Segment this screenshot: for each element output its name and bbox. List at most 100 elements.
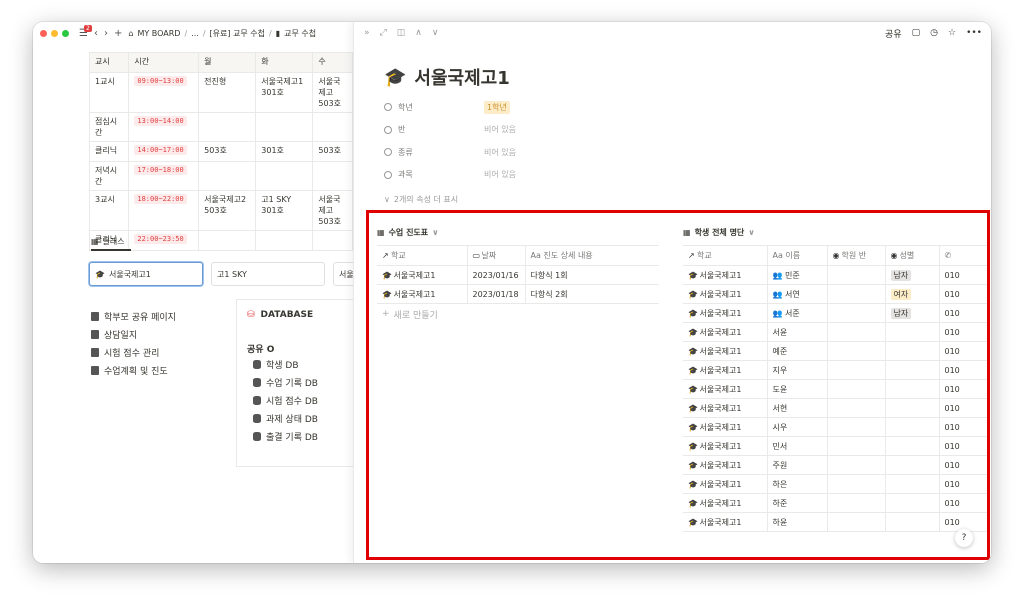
more-icon[interactable]: ••• [966, 28, 982, 38]
show-more-properties[interactable]: ∨ 2개의 속성 더 표시 [384, 188, 516, 211]
graduation-cap-icon: 🎓 [688, 403, 698, 413]
database-icon [253, 377, 261, 387]
database-link[interactable]: 학생 DB [247, 355, 346, 373]
table-row[interactable]: 🎓 서울국제고1 하준 010 [683, 493, 987, 513]
properties: 학년 1학년 반 비어 있음 종류 비어 있음 과목 비어 있음 ∨ 2개의 속… [384, 96, 516, 211]
column-header[interactable]: ↗ 학교 [683, 245, 768, 266]
history-icon[interactable]: ◷ [930, 28, 938, 38]
select-icon [384, 170, 392, 179]
top-bar: ☰ 2 ‹ › + ⌂ MY BOARD / ... / [유료] 교무 수첩 … [33, 22, 353, 44]
database-link[interactable]: 시험 점수 DB [247, 391, 346, 409]
up-icon[interactable]: ∧ [415, 28, 422, 38]
close-peek-icon[interactable]: » [364, 28, 370, 38]
property-row[interactable]: 종류 비어 있음 [384, 141, 516, 164]
table-row: 3교시 18:00~22:00 서울국제고2 503호 고1 SKY 301호 … [88, 190, 353, 231]
column-header[interactable]: ↗ 학교 [377, 245, 468, 266]
tab-classes[interactable]: ▦ 클래스 [91, 236, 125, 247]
breadcrumb: ⌂ MY BOARD / ... / [유료] 교무 수첩 / ▮ 교무 수첩 [128, 28, 317, 39]
table-icon: ▦ [377, 227, 385, 237]
breadcrumb-item[interactable]: [유료] 교무 수첩 [210, 28, 266, 39]
maximize-window-button[interactable] [62, 29, 69, 37]
star-icon[interactable]: ☆ [948, 28, 956, 38]
table-row[interactable]: 🎓 서울국제고1 도윤 010 [683, 379, 987, 399]
property-row[interactable]: 반 비어 있음 [384, 119, 516, 142]
database-link[interactable]: 수업 기록 DB [247, 373, 346, 391]
column-header[interactable]: ◉ 성별 [885, 245, 940, 266]
expand-icon[interactable]: ⤢ [380, 28, 387, 38]
column-header[interactable]: Aa 이름 [767, 245, 828, 266]
breadcrumb-item[interactable]: ... [191, 29, 199, 38]
select-icon: ◉ [890, 251, 898, 260]
forward-icon[interactable]: › [104, 28, 108, 39]
column-header[interactable]: Aa 진도 상세 내용 [525, 245, 659, 266]
time-chip: 22:00~23:50 [134, 234, 187, 244]
database-view-title[interactable]: ▦ 학생 전체 명단 ∨ [683, 223, 987, 241]
layout-icon[interactable]: ◫ [397, 28, 406, 38]
progress-table: ↗ 학교 ▭날짜 Aa 진도 상세 내용 🎓 서울국제고1 2023/01/16 … [377, 245, 659, 304]
column-header[interactable]: ✆ [939, 245, 987, 266]
database-icon [253, 431, 261, 441]
table-row[interactable]: 🎓 서울국제고1 👥 민준 남자 010 [683, 265, 987, 285]
column-header[interactable]: ▭날짜 [467, 245, 526, 266]
add-icon[interactable]: + [114, 28, 122, 39]
class-card[interactable]: 고1 SKY [211, 262, 325, 286]
students-database: ▦ 학생 전체 명단 ∨ ↗ 학교 Aa 이름 ◉ 학원 반 ◉ 성별 ✆ 🎓 서울국… [683, 223, 987, 532]
share-button[interactable]: 공유 [885, 27, 902, 40]
breadcrumb-item[interactable]: MY BOARD [137, 29, 180, 38]
database-view-title[interactable]: ▦ 수업 진도표 ∨ [377, 223, 667, 241]
table-icon: ▦ [683, 227, 691, 237]
graduation-cap-icon: 🎓 [688, 441, 698, 451]
table-row[interactable]: 🎓 서울국제고1 👥 서연 여자 010 [683, 284, 987, 304]
new-row-button[interactable]: + 새로 만들기 [377, 304, 667, 324]
select-icon: ◉ [832, 251, 840, 260]
table-row[interactable]: 🎓 서울국제고1 지우 010 [683, 360, 987, 380]
gender-tag: 여자 [890, 288, 912, 300]
database-link[interactable]: 출결 기록 DB [247, 427, 346, 445]
progress-database: ▦ 수업 진도표 ∨ ↗ 학교 ▭날짜 Aa 진도 상세 내용 🎓 서울국제고1 … [377, 223, 667, 324]
table-row[interactable]: 🎓 서울국제고1 시우 010 [683, 417, 987, 437]
graduation-cap-icon: 🎓 [688, 289, 698, 299]
table-row[interactable]: 🎓 서울국제고1 민서 010 [683, 436, 987, 456]
help-button[interactable]: ? [955, 529, 973, 547]
table-row[interactable]: 🎓 서울국제고1 2023/01/16 다항식 1회 [377, 265, 659, 285]
gallery-icon: ▦ [91, 237, 99, 246]
page-link[interactable]: 수업계획 및 진도 [91, 361, 176, 379]
table-row[interactable]: 🎓 서울국제고1 서윤 010 [683, 322, 987, 342]
table-header: 시간 [128, 52, 200, 73]
graduation-cap-icon: 🎓 [382, 289, 392, 299]
peek-toolbar: » ⤢ ◫ ∧ ∨ 공유 ▢ ◷ ☆ ••• [354, 22, 991, 44]
table-row[interactable]: 🎓 서울국제고1 2023/01/18 다항식 2회 [377, 284, 659, 304]
graduation-cap-icon: 🎓 [688, 308, 698, 318]
database-icon [253, 413, 261, 423]
property-row[interactable]: 학년 1학년 [384, 96, 516, 119]
tab-underline [91, 249, 131, 251]
table-row[interactable]: 🎓 서울국제고1 주원 010 [683, 455, 987, 475]
page-link[interactable]: 상담일지 [91, 325, 176, 343]
table-row[interactable]: 🎓 서울국제고1 하은 010 [683, 474, 987, 494]
database-callout: ⛁ DATABASE 공유 O 학생 DB 수업 기록 DB 시험 점수 DB … [236, 299, 356, 467]
gender-tag: 남자 [890, 307, 912, 319]
minimize-window-button[interactable] [51, 29, 58, 37]
database-link[interactable]: 과제 상태 DB [247, 409, 346, 427]
breadcrumb-item[interactable]: 교무 수첩 [284, 28, 316, 39]
page-link[interactable]: 시험 점수 관리 [91, 343, 176, 361]
down-icon[interactable]: ∨ [432, 28, 439, 38]
table-row[interactable]: 🎓 서울국제고1 하윤 010 [683, 512, 987, 532]
table-row[interactable]: 🎓 서울국제고1 예준 010 [683, 341, 987, 361]
graduation-cap-icon: 🎓 [382, 270, 392, 280]
table-row[interactable]: 🎓 서울국제고1 서현 010 [683, 398, 987, 418]
column-header[interactable]: ◉ 학원 반 [827, 245, 886, 266]
class-card[interactable]: 🎓 서울국제고1 [89, 262, 203, 286]
table-row[interactable]: 🎓 서울국제고1 👥 서준 남자 010 [683, 303, 987, 323]
page-icon [91, 365, 99, 375]
close-window-button[interactable] [40, 29, 47, 37]
page-link[interactable]: 학부모 공유 페이지 [91, 307, 176, 325]
home-icon: ⌂ [128, 28, 134, 38]
share-label: 공유 O [247, 345, 275, 355]
back-icon[interactable]: ‹ [94, 28, 98, 39]
chevron-down-icon: ∨ [384, 194, 390, 204]
property-row[interactable]: 과목 비어 있음 [384, 164, 516, 187]
comment-icon[interactable]: ▢ [912, 28, 921, 38]
calendar-icon: ▭ [472, 251, 481, 260]
graduation-cap-icon: 🎓 [688, 346, 698, 356]
